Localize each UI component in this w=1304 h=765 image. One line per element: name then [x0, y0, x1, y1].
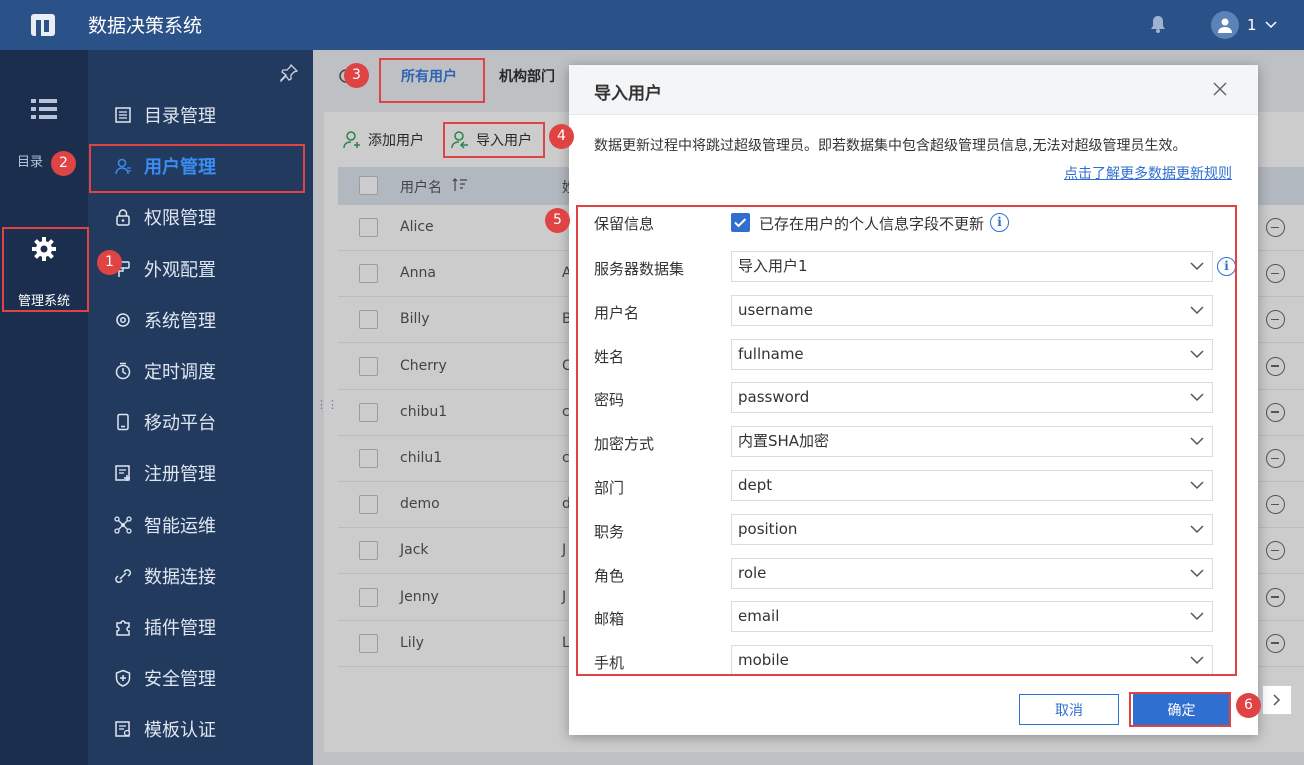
certificate-icon	[115, 721, 131, 738]
rail-directory[interactable]	[0, 98, 88, 124]
lock-icon	[116, 209, 130, 227]
remove-row-icon[interactable]	[1266, 356, 1285, 376]
highlight-box-5	[576, 205, 1237, 676]
menu-item-3[interactable]: 权限管理	[88, 192, 313, 242]
menu-item-5[interactable]: 系统管理	[88, 295, 313, 345]
step-badge-1: 1	[97, 250, 122, 275]
link-icon	[115, 568, 132, 583]
step-badge-6: 6	[1236, 693, 1261, 718]
register-icon	[115, 465, 130, 482]
menu-item-label: 数据连接	[144, 566, 216, 588]
menu-item-label: 注册管理	[144, 464, 216, 486]
pin-icon[interactable]	[280, 64, 298, 82]
timer-icon	[115, 362, 131, 380]
chevron-right-icon	[1273, 694, 1281, 706]
remove-row-icon[interactable]	[1266, 633, 1285, 653]
menu-item-label: 智能运维	[144, 515, 216, 537]
bell-icon[interactable]	[1149, 14, 1167, 34]
menu-item-label: 定时调度	[144, 362, 216, 383]
menu-item-8[interactable]: 注册管理	[88, 448, 313, 498]
dialog-notice: 数据更新过程中将跳过超级管理员。即若数据集中包含超级管理员信息,无法对超级管理员…	[594, 138, 1187, 154]
step-badge-3: 3	[344, 63, 369, 88]
app-logo-icon	[31, 14, 55, 36]
cancel-button[interactable]: 取消	[1019, 694, 1119, 725]
highlight-box-3	[379, 58, 485, 103]
highlight-box-1	[2, 227, 89, 312]
menu-item-1[interactable]: 目录管理	[88, 90, 313, 140]
network-icon	[114, 515, 132, 534]
menu-item-label: 模板认证	[144, 720, 216, 742]
menu-item-7[interactable]: 移动平台	[88, 397, 313, 447]
next-page-button[interactable]	[1262, 685, 1292, 715]
catalog-icon	[115, 107, 131, 123]
puzzle-icon	[116, 620, 130, 636]
menu-item-label: 移动平台	[144, 413, 216, 435]
shield-icon	[115, 669, 131, 687]
avatar	[1211, 11, 1239, 39]
menu-item-label: 安全管理	[144, 669, 216, 691]
app-title: 数据决策系统	[88, 15, 203, 37]
menu-item-label: 插件管理	[144, 618, 216, 639]
dialog-title: 导入用户	[594, 84, 662, 104]
menu-item-6[interactable]: 定时调度	[88, 346, 313, 396]
menu-item-label: 权限管理	[144, 208, 216, 230]
menu-item-label: 外观配置	[144, 259, 216, 281]
mobile-icon	[117, 413, 129, 431]
remove-row-icon[interactable]	[1266, 587, 1285, 607]
learn-more-link[interactable]: 点击了解更多数据更新规则	[1064, 163, 1232, 183]
menu-item-10[interactable]: 数据连接	[88, 551, 313, 601]
highlight-box-4	[443, 122, 545, 158]
menu-item-11[interactable]: 插件管理	[88, 602, 313, 652]
dialog-header: 导入用户	[569, 65, 1258, 115]
menu-item-label: 系统管理	[144, 310, 216, 332]
remove-row-icon[interactable]	[1266, 449, 1285, 468]
remove-row-icon[interactable]	[1266, 218, 1285, 237]
user-name: 1	[1247, 16, 1257, 34]
step-badge-4: 4	[549, 124, 574, 149]
menu-item-13[interactable]: 模板认证	[88, 704, 313, 754]
menu-item-12[interactable]: 安全管理	[88, 653, 313, 703]
gear-icon	[116, 313, 130, 327]
menu-item-label: 目录管理	[144, 106, 216, 127]
remove-row-icon[interactable]	[1266, 402, 1285, 422]
menu-item-9[interactable]: 智能运维	[88, 500, 313, 550]
list-icon	[31, 99, 57, 119]
highlight-box-2	[89, 144, 305, 193]
step-badge-5: 5	[545, 208, 570, 233]
close-icon[interactable]	[1213, 82, 1227, 96]
highlight-box-6	[1129, 692, 1231, 727]
user-menu[interactable]: 1	[1211, 11, 1277, 39]
menu-item-4[interactable]: 外观配置	[88, 244, 313, 294]
chevron-down-icon	[1265, 21, 1277, 29]
top-bar: 数据决策系统 1	[0, 0, 1304, 50]
person-icon	[1218, 18, 1232, 33]
step-badge-2: 2	[51, 151, 76, 176]
